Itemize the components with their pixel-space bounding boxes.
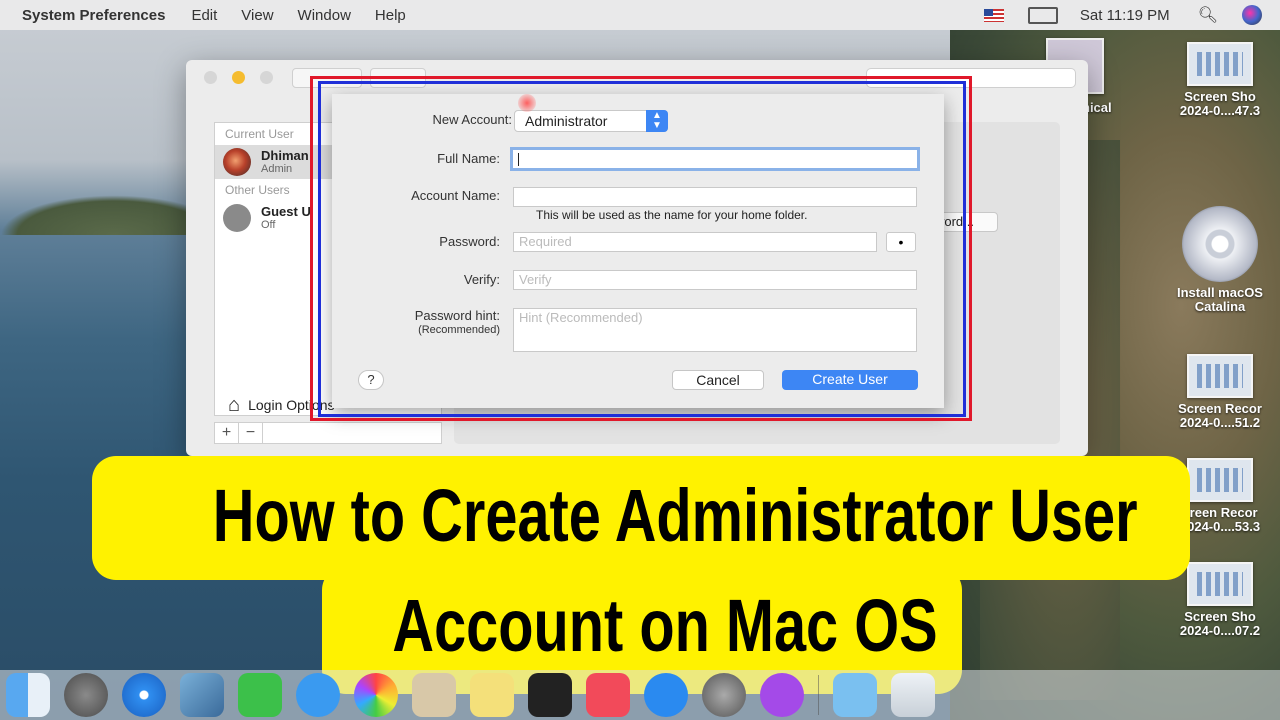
user-name: Dhiman (261, 148, 309, 163)
search-icon[interactable]: 🔍︎ (1198, 5, 1218, 25)
airplay-icon[interactable] (1027, 6, 1058, 24)
screenshot-thumbnail-icon (1187, 42, 1253, 86)
desktop-icon-label: Screen Sho (1184, 89, 1256, 104)
contacts-icon[interactable] (412, 673, 456, 717)
safari-icon[interactable] (122, 673, 166, 717)
downloads-folder-icon[interactable] (833, 673, 877, 717)
recording-thumbnail-icon (1187, 458, 1253, 502)
guest-avatar-icon (223, 204, 251, 232)
launchpad-icon[interactable] (64, 673, 108, 717)
close-window-button[interactable] (204, 71, 217, 84)
headline-banner-line1: How to Create Administrator User (92, 456, 1190, 580)
user-role: Admin (261, 163, 293, 175)
house-icon: ⌂ (228, 393, 241, 416)
desktop-icon-label: Install macOS (1177, 285, 1263, 300)
headline-text-line2: Account on Mac OS (392, 584, 938, 667)
desktop-icon-label: Screen Recor (1178, 401, 1262, 416)
menu-help[interactable]: Help (375, 7, 406, 24)
flag-us-icon[interactable] (983, 8, 1004, 22)
zoom-window-button[interactable] (260, 71, 273, 84)
feedback-icon[interactable] (760, 673, 804, 717)
menu-app-name[interactable]: System Preferences (22, 7, 165, 24)
desktop-icon-sublabel: 2024-0....51.2 (1179, 415, 1261, 430)
dock-separator (818, 675, 819, 715)
system-preferences-icon[interactable] (702, 673, 746, 717)
user-status: Off (261, 219, 276, 231)
desktop-icon-screen-recording-1[interactable]: Screen Recor 2024-0....51.2 (1160, 354, 1280, 430)
app-store-icon[interactable] (644, 673, 688, 717)
add-user-button[interactable]: + (215, 423, 239, 443)
desktop-icon-label: Screen Sho (1184, 609, 1256, 624)
siri-icon[interactable] (1242, 5, 1262, 25)
desktop-icon-sublabel: 2024-0....07.2 (1179, 623, 1261, 638)
avatar (223, 148, 251, 176)
menu-clock[interactable]: Sat 11:19 PM (1080, 7, 1170, 24)
desktop-icon-install-catalina[interactable]: Install macOS Catalina (1160, 206, 1280, 314)
desktop-icon-screenshot-1[interactable]: Screen Sho 2024-0....47.3 (1160, 42, 1280, 118)
wallpaper-island (0, 195, 190, 235)
messages-icon[interactable] (296, 673, 340, 717)
dvd-disc-icon (1182, 206, 1258, 282)
menu-view[interactable]: View (241, 7, 273, 24)
tv-icon[interactable] (528, 673, 572, 717)
facetime-icon[interactable] (238, 673, 282, 717)
screenshot-thumbnail-icon (1187, 562, 1253, 606)
blue-highlight-box (318, 81, 966, 417)
finder-icon[interactable] (6, 673, 50, 717)
notes-icon[interactable] (470, 673, 514, 717)
photos-icon[interactable] (354, 673, 398, 717)
desktop-icon-sublabel: Catalina (1194, 299, 1246, 314)
menu-edit[interactable]: Edit (191, 7, 217, 24)
preview-icon[interactable] (180, 673, 224, 717)
user-name: Guest U (261, 204, 311, 219)
add-remove-user-bar: + − (214, 422, 442, 444)
remove-user-button[interactable]: − (239, 423, 263, 443)
menu-extras: Sat 11:19 PM 🔍︎ (983, 0, 1280, 30)
news-icon[interactable] (586, 673, 630, 717)
minimize-window-button[interactable] (232, 71, 245, 84)
menu-bar: System Preferences Edit View Window Help… (0, 0, 1280, 30)
trash-icon[interactable] (891, 673, 935, 717)
dock (0, 670, 1280, 720)
headline-text-line1: How to Create Administrator User (212, 474, 1138, 557)
recording-thumbnail-icon (1187, 354, 1253, 398)
desktop-icon-sublabel: 2024-0....47.3 (1179, 103, 1261, 118)
menu-window[interactable]: Window (298, 7, 351, 24)
